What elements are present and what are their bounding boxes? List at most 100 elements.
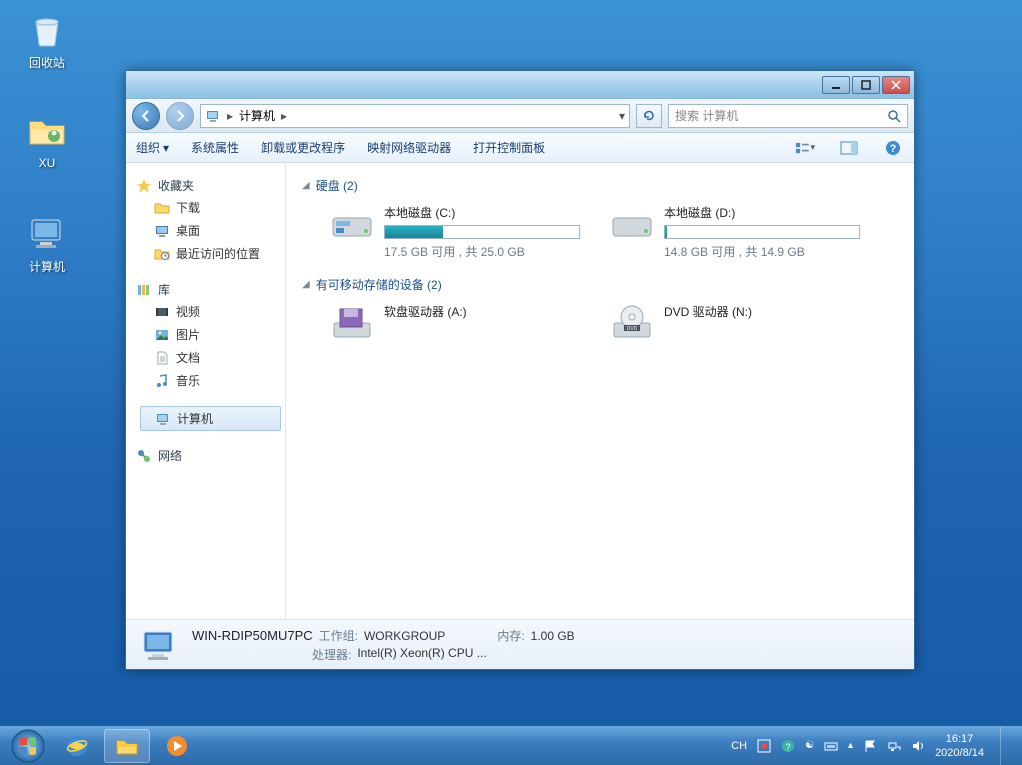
keyboard-icon[interactable] bbox=[824, 740, 838, 752]
system-tray: CH ? ☯ ▴ 16:17 2020/8/14 bbox=[731, 727, 1016, 765]
sidebar-item-music[interactable]: 音乐 bbox=[136, 369, 285, 392]
desktop-icon-computer[interactable]: 计算机 bbox=[12, 212, 82, 275]
recycle-bin-label: 回收站 bbox=[29, 54, 65, 71]
memory-value: 1.00 GB bbox=[531, 629, 575, 643]
breadcrumb-sep-icon: ▸ bbox=[281, 109, 287, 123]
content-area[interactable]: ◢硬盘 (2) 本地磁盘 (C:) 17.5 GB 可用 , 共 25.0 GB… bbox=[286, 163, 914, 619]
workgroup-key: 工作组: bbox=[319, 627, 358, 644]
flag-icon[interactable] bbox=[863, 739, 877, 753]
drive-n[interactable]: DVD DVD 驱动器 (N:) bbox=[610, 303, 860, 343]
maximize-button[interactable] bbox=[852, 76, 880, 94]
svg-text:?: ? bbox=[786, 742, 791, 752]
folder-icon bbox=[154, 200, 170, 216]
organize-menu[interactable]: 组织▾ bbox=[136, 139, 169, 156]
drive-d-space: 14.8 GB 可用 , 共 14.9 GB bbox=[664, 243, 860, 260]
svg-text:DVD: DVD bbox=[627, 326, 638, 332]
system-properties-button[interactable]: 系统属性 bbox=[191, 139, 239, 156]
computer-icon bbox=[155, 411, 171, 427]
sidebar-item-recent[interactable]: 最近访问的位置 bbox=[136, 242, 285, 265]
back-button[interactable] bbox=[132, 102, 160, 130]
minimize-button[interactable] bbox=[822, 76, 850, 94]
workgroup-value: WORKGROUP bbox=[364, 629, 445, 643]
drive-c-usage-bar bbox=[384, 225, 580, 239]
drive-c-space: 17.5 GB 可用 , 共 25.0 GB bbox=[384, 243, 580, 260]
preview-pane-button[interactable] bbox=[838, 139, 860, 157]
close-button[interactable] bbox=[882, 76, 910, 94]
computer-label: 计算机 bbox=[29, 258, 65, 275]
drive-c[interactable]: 本地磁盘 (C:) 17.5 GB 可用 , 共 25.0 GB bbox=[330, 204, 580, 260]
open-control-panel-button[interactable]: 打开控制面板 bbox=[473, 139, 545, 156]
forward-button[interactable] bbox=[166, 102, 194, 130]
star-icon bbox=[136, 178, 152, 194]
show-desktop-button[interactable] bbox=[1000, 727, 1012, 765]
start-button[interactable] bbox=[6, 728, 50, 764]
volume-icon[interactable] bbox=[911, 739, 925, 753]
drive-d-usage-bar bbox=[664, 225, 860, 239]
ime-icon[interactable] bbox=[757, 739, 771, 753]
sidebar-favorites[interactable]: 收藏夹 bbox=[136, 175, 285, 196]
folder-xu-label: XU bbox=[39, 156, 56, 170]
drive-c-label: 本地磁盘 (C:) bbox=[384, 204, 580, 221]
sidebar-item-computer[interactable]: 计算机 bbox=[140, 406, 281, 431]
memory-key: 内存: bbox=[497, 627, 524, 644]
help-tray-icon[interactable]: ? bbox=[781, 739, 795, 753]
tray-expand-icon[interactable]: ▴ bbox=[848, 740, 853, 751]
search-icon bbox=[887, 109, 901, 123]
recent-icon bbox=[154, 246, 170, 262]
time: 16:17 bbox=[935, 732, 984, 746]
video-icon bbox=[154, 304, 170, 320]
navigation-bar: ▸ 计算机 ▸ ▾ 搜索 计算机 bbox=[126, 99, 914, 133]
breadcrumb-sep-icon: ▸ bbox=[227, 109, 233, 123]
expand-triangle-icon: ◢ bbox=[302, 279, 310, 290]
sidebar-libraries[interactable]: 库 bbox=[136, 279, 285, 300]
expand-triangle-icon: ◢ bbox=[302, 180, 310, 191]
taskbar-item-ie[interactable] bbox=[54, 729, 100, 763]
titlebar[interactable] bbox=[126, 71, 914, 99]
chevron-down-icon: ▾ bbox=[810, 142, 815, 153]
language-indicator[interactable]: CH bbox=[731, 740, 747, 752]
sidebar-item-documents[interactable]: 文档 bbox=[136, 346, 285, 369]
search-input[interactable]: 搜索 计算机 bbox=[668, 104, 908, 128]
clock[interactable]: 16:17 2020/8/14 bbox=[935, 732, 984, 760]
ime-mode-icon[interactable]: ☯ bbox=[805, 740, 814, 751]
drive-n-label: DVD 驱动器 (N:) bbox=[664, 303, 860, 320]
view-menu-button[interactable]: ▾ bbox=[794, 139, 816, 157]
hard-drive-icon bbox=[610, 204, 654, 244]
folder-icon bbox=[26, 110, 68, 152]
explorer-window: ▸ 计算机 ▸ ▾ 搜索 计算机 组织▾ 系统属性 卸载或更改程序 映射网络驱动… bbox=[125, 70, 915, 670]
taskbar-item-media-player[interactable] bbox=[154, 729, 200, 763]
sidebar-item-videos[interactable]: 视频 bbox=[136, 300, 285, 323]
help-button[interactable]: ? bbox=[882, 139, 904, 157]
address-dropdown-icon[interactable]: ▾ bbox=[619, 109, 625, 123]
uninstall-program-button[interactable]: 卸载或更改程序 bbox=[261, 139, 345, 156]
sidebar-item-pictures[interactable]: 图片 bbox=[136, 323, 285, 346]
desktop-icon-folder-xu[interactable]: XU bbox=[12, 110, 82, 170]
sidebar-item-downloads[interactable]: 下载 bbox=[136, 196, 285, 219]
taskbar: CH ? ☯ ▴ 16:17 2020/8/14 bbox=[0, 725, 1022, 765]
desktop-icon-recycle-bin[interactable]: 回收站 bbox=[12, 8, 82, 71]
details-pane: WIN-RDIP50MU7PC 工作组: WORKGROUP 内存: 1.00 … bbox=[126, 619, 914, 669]
svg-text:?: ? bbox=[890, 143, 897, 155]
command-bar: 组织▾ 系统属性 卸载或更改程序 映射网络驱动器 打开控制面板 ▾ ? bbox=[126, 133, 914, 163]
sidebar-network[interactable]: 网络 bbox=[136, 445, 285, 466]
document-icon bbox=[154, 350, 170, 366]
breadcrumb-computer[interactable]: 计算机 bbox=[239, 107, 275, 124]
category-removable[interactable]: ◢有可移动存储的设备 (2) bbox=[302, 276, 898, 293]
floppy-drive-icon bbox=[330, 303, 374, 343]
address-bar[interactable]: ▸ 计算机 ▸ ▾ bbox=[200, 104, 630, 128]
category-hard-disks[interactable]: ◢硬盘 (2) bbox=[302, 177, 898, 194]
drive-d[interactable]: 本地磁盘 (D:) 14.8 GB 可用 , 共 14.9 GB bbox=[610, 204, 860, 260]
computer-icon bbox=[26, 212, 68, 254]
refresh-button[interactable] bbox=[636, 104, 662, 128]
drive-a[interactable]: 软盘驱动器 (A:) bbox=[330, 303, 580, 343]
network-tray-icon[interactable] bbox=[887, 739, 901, 753]
network-icon bbox=[136, 448, 152, 464]
sidebar-item-desktop[interactable]: 桌面 bbox=[136, 219, 285, 242]
libraries-icon bbox=[136, 282, 152, 298]
navigation-pane: 收藏夹 下载 桌面 最近访问的位置 库 视频 图片 文档 音乐 计算机 网络 bbox=[126, 163, 286, 619]
computer-name: WIN-RDIP50MU7PC bbox=[192, 628, 313, 643]
map-network-drive-button[interactable]: 映射网络驱动器 bbox=[367, 139, 451, 156]
cpu-value: Intel(R) Xeon(R) CPU ... bbox=[357, 646, 486, 663]
computer-icon bbox=[205, 108, 221, 124]
taskbar-item-explorer[interactable] bbox=[104, 729, 150, 763]
